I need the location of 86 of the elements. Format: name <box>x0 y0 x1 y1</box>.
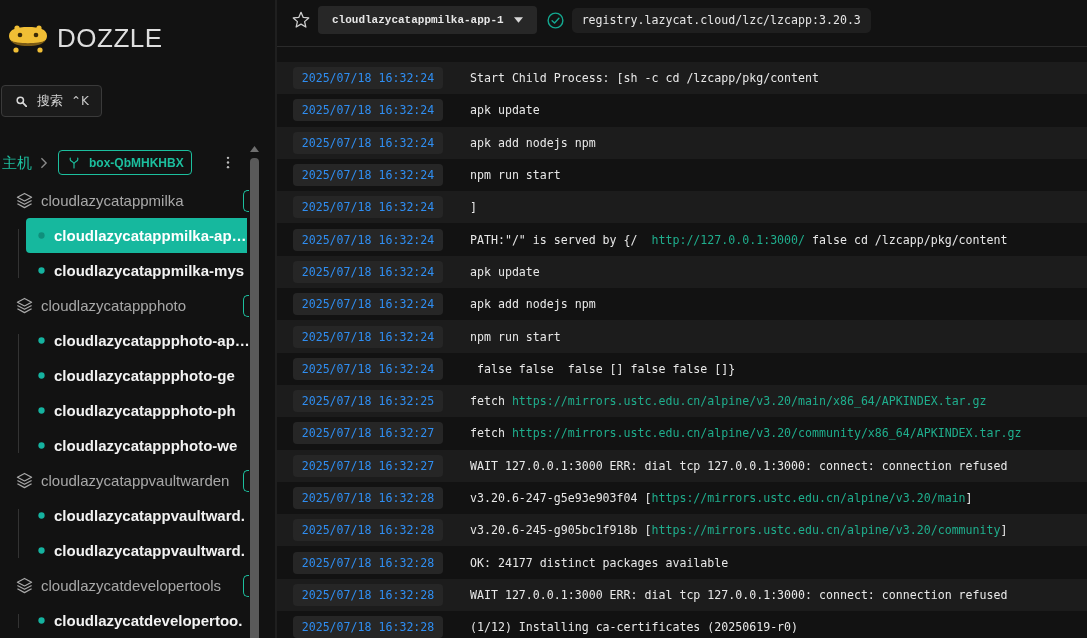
container-item[interactable]: cloudlazycatappphoto-ap… <box>26 323 247 358</box>
search-icon <box>16 95 27 107</box>
timestamp: 2025/07/18 16:32:24 <box>293 196 443 219</box>
status-dot-icon <box>38 372 45 379</box>
star-icon[interactable] <box>292 11 310 29</box>
log-message: WAIT 127.0.0.1:3000 ERR: dial tcp 127.0.0.1:3000: connect: connection refused <box>470 457 1008 474</box>
scroll-up-icon[interactable] <box>249 146 259 152</box>
log-link[interactable]: https://mirrors.ustc.edu.cn/alpine/v3.20/main/x86_64/APKINDEX.tar.gz <box>511 394 987 409</box>
log-message: apk add nodejs npm <box>470 296 596 313</box>
layers-icon <box>16 192 33 209</box>
log-message: PATH:"/" is served by {/ http://127.0.0.1:3000/ false cd /lzcapp/pkg/content <box>470 231 1008 248</box>
logo-icon <box>8 23 48 53</box>
log-message: Start Child Process: [sh -c cd /lzcapp/pkg/content <box>470 70 819 87</box>
log-message: apk update <box>470 102 540 119</box>
log-link[interactable]: https://mirrors.ustc.edu.cn/alpine/v3.20/community/x86_64/APKINDEX.tar.gz <box>511 426 1022 441</box>
container-item[interactable]: cloudlazycatdevelopertoo. <box>26 603 247 638</box>
log-message: npm run start <box>470 328 561 345</box>
log-link[interactable]: https://mirrors.ustc.edu.cn/alpine/v3.20/main <box>651 491 966 505</box>
container-item[interactable]: cloudlazycatappmilka-mys <box>26 253 247 288</box>
search-button[interactable]: 搜索 ⌃K <box>1 85 102 117</box>
timestamp: 2025/07/18 16:32:27 <box>293 422 443 445</box>
log-link[interactable]: http://127.0.0.1:3000/ <box>651 232 806 247</box>
log-message: WAIT 127.0.0.1:3000 ERR: dial tcp 127.0.0.1:3000: connect: connection refused <box>470 586 1008 603</box>
log-message: apk update <box>470 263 540 280</box>
app-title: DOZZLE <box>57 23 163 53</box>
group-name[interactable]: cloudlazycatdevelopertools <box>41 577 222 594</box>
log-message: v3.20.6-245-g905bc1f918b [https://mirrors.ustc.edu.cn/alpine/v3.20/community] <box>470 522 1008 539</box>
log-message: v3.20.6-247-g5e93e903f04 [https://mirrors.ustc.edu.cn/alpine/v3.20/main] <box>470 490 973 506</box>
log-message: fetch https://mirrors.ustc.edu.cn/alpine/v3.20/community/x86_64/APKINDEX.tar.gz <box>470 425 1022 442</box>
status-dot-icon <box>38 337 45 344</box>
fork-icon <box>69 156 79 169</box>
check-circle-icon <box>546 11 564 29</box>
status-dot-icon <box>38 232 45 239</box>
scrollbar-thumb[interactable] <box>249 158 259 638</box>
group-tag-edge <box>243 574 249 597</box>
timestamp: 2025/07/18 16:32:25 <box>293 390 443 413</box>
timestamp: 2025/07/18 16:32:24 <box>293 99 443 122</box>
container-item[interactable]: cloudlazycatappvaultward. <box>26 533 247 568</box>
group-name[interactable]: cloudlazycatappvaultwarden <box>41 472 230 489</box>
group-name[interactable]: cloudlazycatappphoto <box>41 297 187 314</box>
status-dot-icon <box>38 442 45 449</box>
image-tag: registry.lazycat.cloud/lzc/lzcapp:3.20.3 <box>571 7 871 33</box>
status-dot-icon <box>38 267 45 274</box>
status-dot-icon <box>38 547 45 554</box>
group-tag-edge <box>243 294 249 317</box>
layers-icon <box>16 577 33 594</box>
status-dot-icon <box>38 512 45 519</box>
layers-icon <box>16 297 33 314</box>
caret-icon <box>513 17 523 23</box>
container-item[interactable]: cloudlazycatappphoto-we <box>26 428 247 463</box>
timestamp: 2025/07/18 16:32:24 <box>293 357 443 380</box>
container-dropdown[interactable]: cloudlazycatappmilka-app-1 <box>318 6 537 34</box>
log-message: npm run start <box>470 167 561 184</box>
log-link[interactable]: https://mirrors.ustc.edu.cn/alpine/v3.20/community <box>651 523 1001 538</box>
log-message: (1/12) Installing ca-certificates (20250619-r0) <box>470 619 799 636</box>
timestamp: 2025/07/18 16:32:24 <box>293 67 443 90</box>
host-button[interactable]: box-QbMHKHBX <box>58 150 192 175</box>
timestamp: 2025/07/18 16:32:24 <box>293 164 443 187</box>
log-message: fetch https://mirrors.ustc.edu.cn/alpine/v3.20/main/x86_64/APKINDEX.tar.gz <box>470 393 987 410</box>
timestamp: 2025/07/18 16:32:24 <box>293 260 443 283</box>
log-message: apk add nodejs npm <box>470 134 596 151</box>
timestamp: 2025/07/18 16:32:28 <box>293 583 443 606</box>
more-icon[interactable] <box>225 156 230 169</box>
group-tag-edge <box>243 189 249 212</box>
timestamp: 2025/07/18 16:32:28 <box>293 487 443 509</box>
timestamp: 2025/07/18 16:32:28 <box>293 616 443 638</box>
container-item[interactable]: cloudlazycatappphoto-ph <box>26 393 247 428</box>
timestamp: 2025/07/18 16:32:24 <box>293 131 443 154</box>
host-link[interactable]: 主机 <box>2 152 32 173</box>
log-message: false false false [] false false []} <box>475 360 736 377</box>
timestamp: 2025/07/18 16:32:24 <box>293 293 443 316</box>
timestamp: 2025/07/18 16:32:27 <box>293 454 443 477</box>
timestamp: 2025/07/18 16:32:28 <box>293 519 443 542</box>
chevron-icon <box>40 156 48 169</box>
status-dot-icon <box>38 407 45 414</box>
status-dot-icon <box>38 617 45 624</box>
timestamp: 2025/07/18 16:32:24 <box>293 228 443 251</box>
group-tag-edge <box>243 469 249 492</box>
log-message: OK: 24177 distinct packages available <box>470 554 729 571</box>
log-message: ] <box>470 199 477 216</box>
timestamp: 2025/07/18 16:32:24 <box>293 325 443 348</box>
container-item[interactable]: cloudlazycatappvaultward. <box>26 498 247 533</box>
timestamp: 2025/07/18 16:32:28 <box>293 551 443 574</box>
layers-icon <box>16 472 33 489</box>
group-name[interactable]: cloudlazycatappmilka <box>41 192 184 209</box>
container-item[interactable]: cloudlazycatappphoto-ge <box>26 358 247 393</box>
